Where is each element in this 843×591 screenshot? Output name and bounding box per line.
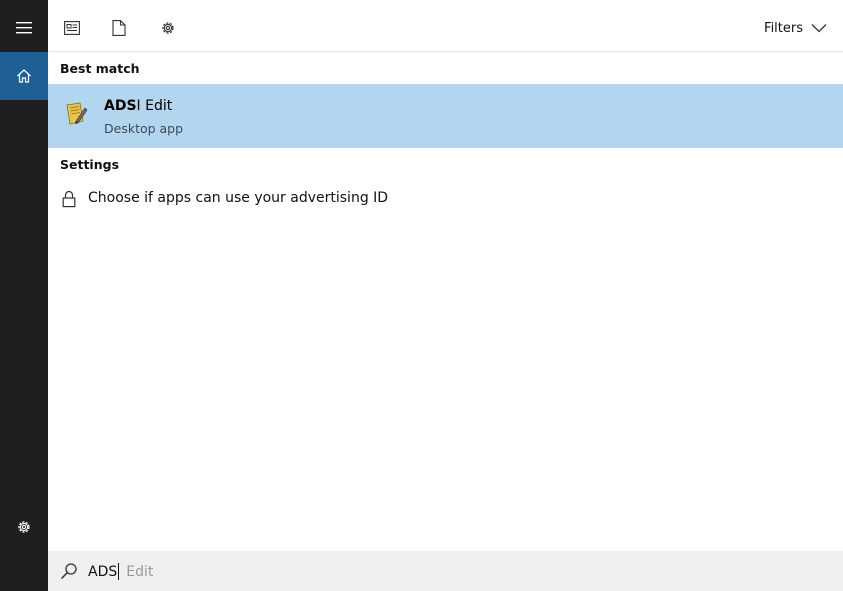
sidebar-settings-button[interactable] — [0, 503, 48, 551]
app-type: Desktop app — [104, 121, 184, 136]
news-icon — [64, 21, 80, 35]
document-icon — [112, 20, 126, 36]
search-autocomplete: Edit — [126, 563, 154, 580]
start-sidebar — [0, 0, 48, 591]
chevron-down-icon — [811, 24, 827, 33]
settings-scope-button[interactable] — [154, 14, 182, 42]
hamburger-icon — [16, 22, 32, 34]
best-match-result[interactable]: ADSI Edit Desktop app — [48, 84, 843, 148]
home-button[interactable] — [0, 52, 48, 100]
search-input[interactable]: ADS Edit — [88, 563, 153, 580]
adsi-edit-icon — [66, 102, 88, 125]
lock-icon — [62, 190, 76, 208]
app-name-rest: I Edit — [136, 98, 173, 114]
menu-button[interactable] — [0, 4, 48, 52]
search-scope-bar: Filters — [48, 0, 843, 52]
home-icon — [17, 69, 31, 83]
filters-label: Filters — [764, 20, 803, 36]
app-name: ADSI Edit — [104, 98, 172, 114]
search-typed-text: ADS — [88, 563, 118, 580]
filters-button[interactable]: Filters — [764, 18, 827, 38]
best-match-heading: Best match — [60, 61, 140, 76]
gear-icon — [162, 22, 174, 34]
gear-icon — [18, 521, 30, 533]
settings-heading: Settings — [60, 157, 120, 172]
documents-scope-button[interactable] — [105, 14, 133, 42]
search-icon — [60, 563, 77, 580]
settings-result-advertising-id[interactable]: Choose if apps can use your advertising … — [48, 183, 843, 215]
text-caret — [118, 563, 120, 580]
apps-scope-button[interactable] — [58, 14, 86, 42]
search-box[interactable]: ADS Edit — [48, 551, 843, 591]
settings-result-label: Choose if apps can use your advertising … — [88, 190, 389, 206]
app-name-match: ADS — [104, 98, 137, 114]
